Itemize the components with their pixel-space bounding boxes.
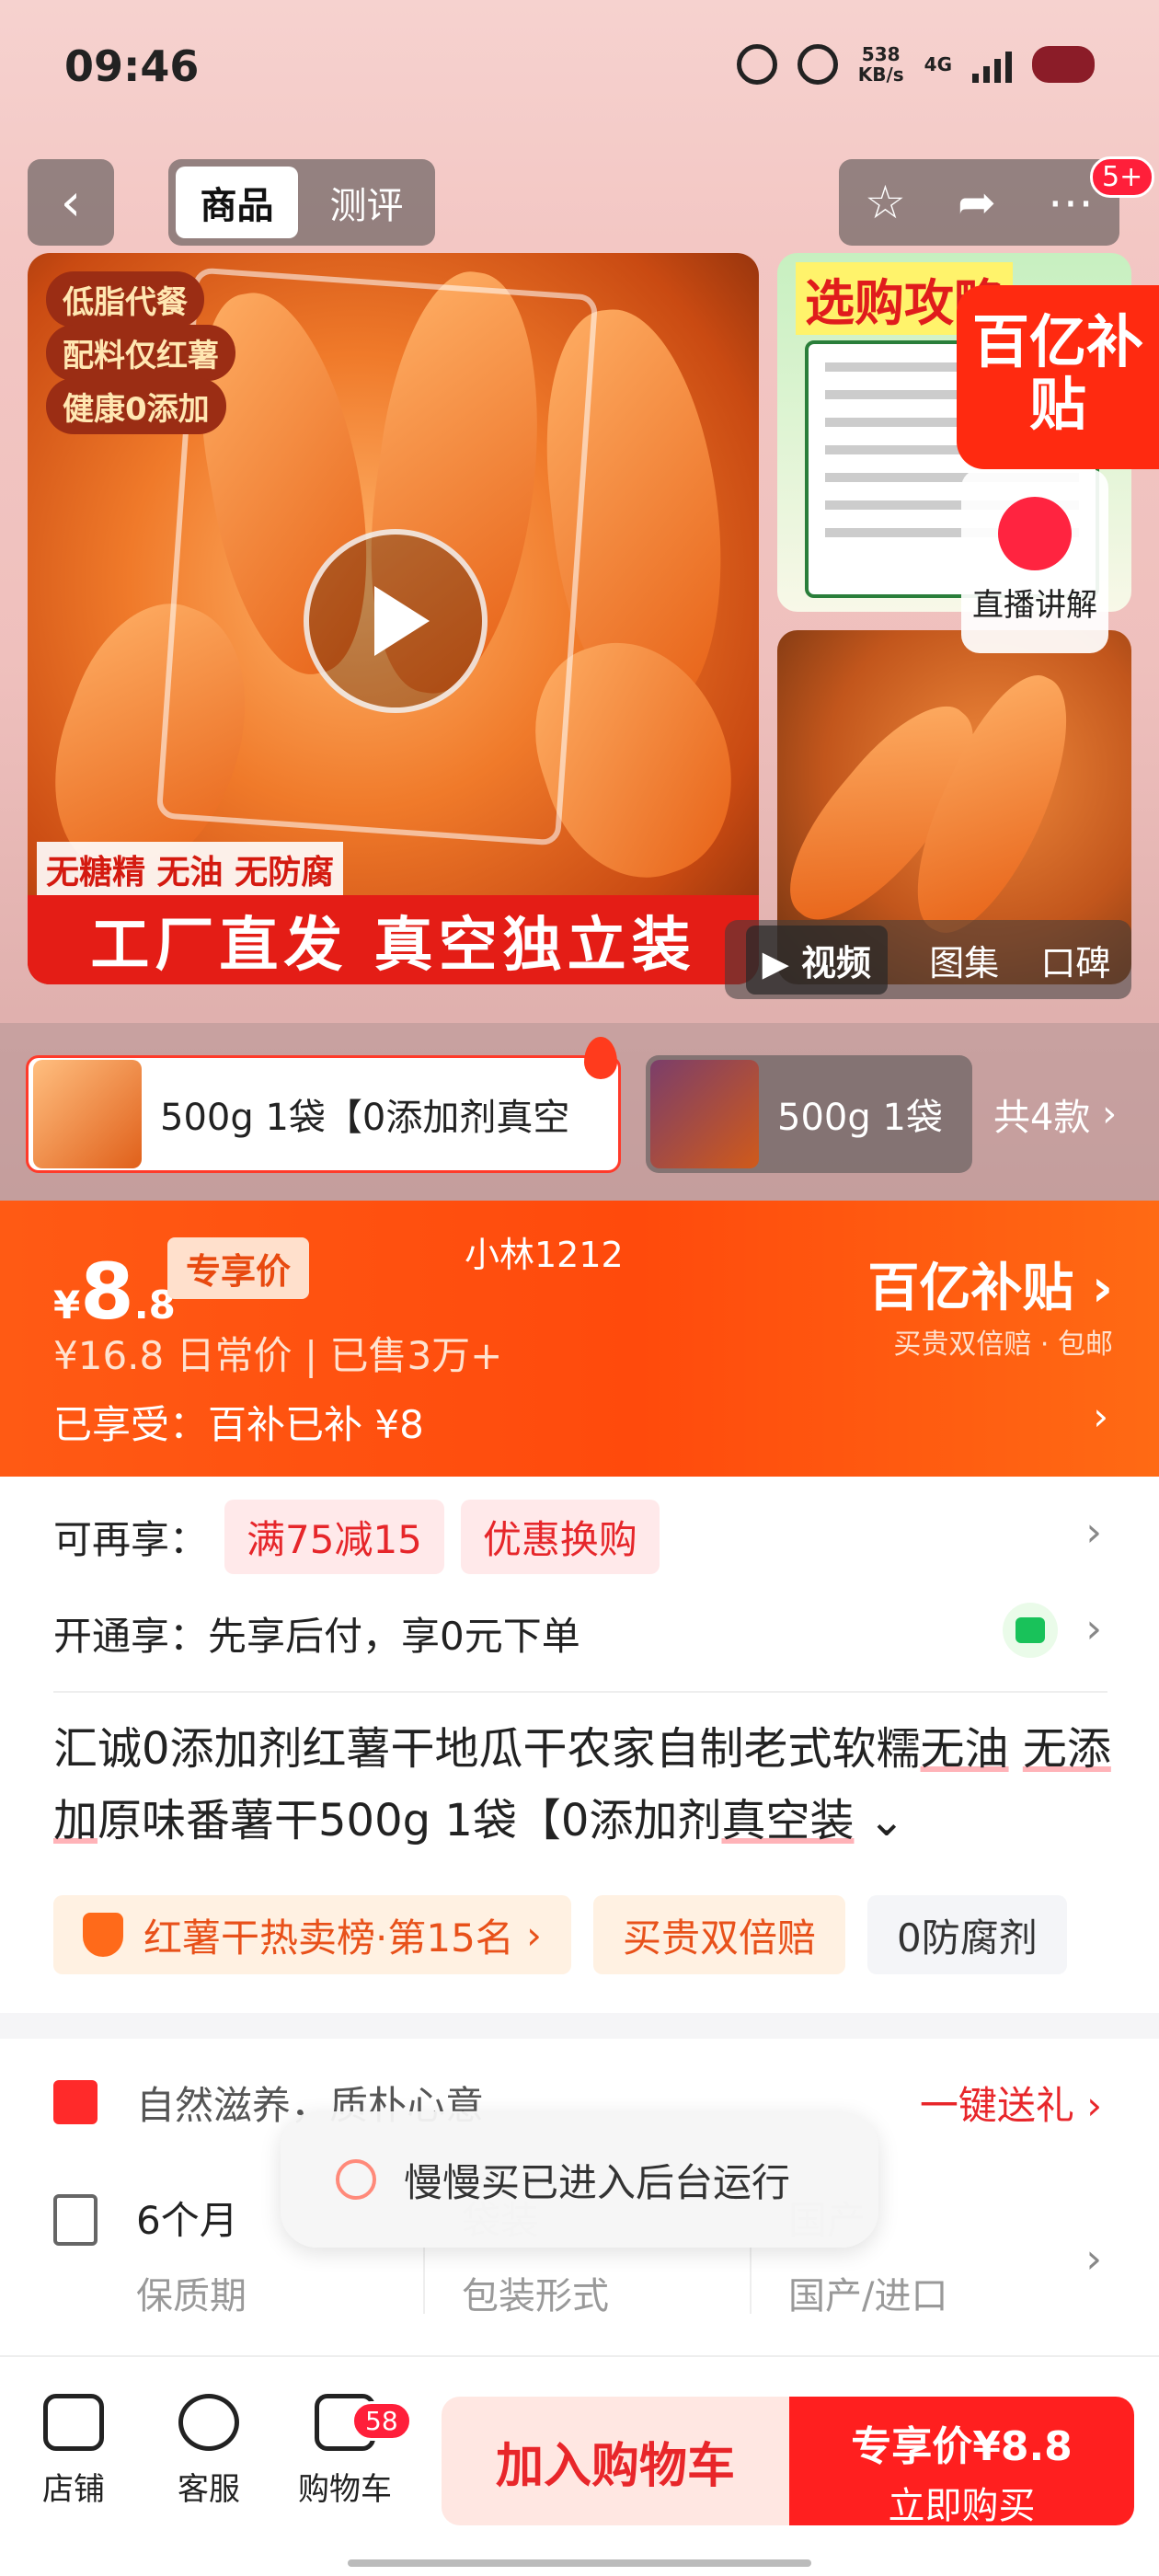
gift-icon bbox=[53, 2080, 98, 2124]
chevron-right-icon[interactable]: › bbox=[1085, 1509, 1102, 1556]
status-bar: 09:46 538 KB/s 4G bbox=[0, 0, 1159, 138]
sku-selector: 500g 1袋【0添加剂真空 500g 1袋 共4款 › bbox=[0, 1023, 1159, 1201]
current-price: ¥8.8 bbox=[53, 1247, 176, 1337]
promo-row[interactable]: 可再享： 满75减15 优惠换购 bbox=[53, 1495, 660, 1578]
hot-icon bbox=[584, 1037, 617, 1079]
exchange-pill[interactable]: 优惠换购 bbox=[460, 1499, 660, 1574]
chevron-right-icon[interactable]: › bbox=[1093, 1394, 1108, 1439]
shop-icon bbox=[43, 2394, 104, 2451]
buy-now-button[interactable]: 专享价¥8.8 立即购买 bbox=[789, 2397, 1134, 2527]
more-badge: 5+ bbox=[1090, 156, 1155, 198]
subsidy-badge[interactable]: 百亿补贴 bbox=[957, 285, 1159, 469]
shopping-bag-icon bbox=[1003, 1603, 1058, 1658]
hero-banner: 工厂直发 真空独立装 bbox=[28, 895, 759, 984]
sku-option[interactable]: 500g 1袋 bbox=[646, 1055, 972, 1173]
expand-icon[interactable]: ⌄ bbox=[868, 1795, 905, 1846]
subsidy-brand[interactable]: 百亿补贴 › 买贵双倍赔 · 包邮 bbox=[867, 1247, 1113, 1362]
tab-goods[interactable]: 商品 bbox=[176, 167, 298, 238]
sku-option-selected[interactable]: 500g 1袋【0添加剂真空 bbox=[26, 1055, 621, 1173]
signal-icon bbox=[972, 46, 1012, 83]
media-tab-reviews[interactable]: 口碑 bbox=[1040, 935, 1110, 985]
rank-chip[interactable]: 红薯干热卖榜·第15名 › bbox=[53, 1895, 571, 1974]
network-type: 4G bbox=[924, 53, 952, 75]
no-additive-label: 无糖精 无油 无防腐 bbox=[37, 842, 344, 897]
pay-later-row[interactable]: 开通享：先享后付，享0元下单 bbox=[53, 1601, 580, 1665]
hero-tag: 低脂代餐 bbox=[46, 271, 204, 328]
rank-badge-icon bbox=[83, 1913, 123, 1957]
live-icon bbox=[998, 497, 1072, 570]
exclusive-price-tag: 专享价 bbox=[167, 1237, 310, 1299]
hero-video[interactable]: 低脂代餐 配料仅红薯 健康0添加 无糖精 无油 无防腐 工厂直发 真空独立装 bbox=[28, 253, 759, 984]
net-speed: 538 KB/s bbox=[857, 43, 904, 86]
play-icon[interactable] bbox=[304, 529, 488, 713]
product-chips: 红薯干热卖榜·第15名 › 买贵双倍赔 0防腐剂 bbox=[53, 1895, 1067, 1974]
chevron-left-icon: ‹ bbox=[60, 172, 82, 233]
username-watermark: 小林1212 bbox=[465, 1235, 624, 1275]
hero-tag: 配料仅红薯 bbox=[46, 325, 235, 381]
preservative-chip[interactable]: 0防腐剂 bbox=[866, 1895, 1067, 1974]
chevron-right-icon[interactable]: › bbox=[1085, 2236, 1102, 2283]
home-indicator[interactable] bbox=[348, 2559, 811, 2567]
battery-icon bbox=[1032, 46, 1095, 83]
sku-thumbnail bbox=[33, 1060, 142, 1168]
coupon-pill[interactable]: 满75减15 bbox=[224, 1499, 444, 1574]
more-icon[interactable]: ⋯ bbox=[1048, 176, 1094, 229]
add-to-cart-button[interactable]: 加入购物车 bbox=[442, 2397, 789, 2525]
hero-tag: 健康0添加 bbox=[46, 378, 226, 434]
price-banner: ¥8.8 专享价 小林1212 ¥16.8 日常价 | 已售3万+ 已享受：百补… bbox=[0, 1201, 1159, 1477]
sku-thumbnail bbox=[650, 1060, 759, 1168]
service-tab[interactable]: 客服 bbox=[149, 2394, 269, 2509]
all-skus-link[interactable]: 共4款 › bbox=[993, 1055, 1117, 1173]
cart-count-badge: 58 bbox=[351, 2401, 412, 2441]
alarm-icon bbox=[736, 44, 777, 85]
mute-icon bbox=[797, 44, 838, 85]
background-toast: 慢慢买已进入后台运行 bbox=[281, 2111, 878, 2248]
guarantee-chip[interactable]: 买贵双倍赔 bbox=[592, 1895, 845, 1974]
media-tab-video[interactable]: ▶ 视频 bbox=[745, 925, 889, 995]
favorite-star-icon[interactable]: ☆ bbox=[865, 176, 906, 229]
status-time: 09:46 bbox=[64, 41, 200, 91]
price-meta: ¥16.8 日常价 | 已售3万+ bbox=[53, 1333, 503, 1378]
subsidy-applied[interactable]: 已享受：百补已补 ¥8 bbox=[53, 1394, 424, 1450]
header-actions: ☆ ➦ ⋯ bbox=[839, 159, 1119, 246]
tab-review[interactable]: 测评 bbox=[305, 167, 428, 238]
chevron-right-icon[interactable]: › bbox=[1085, 1605, 1102, 1652]
shop-tab[interactable]: 店铺 bbox=[14, 2394, 133, 2509]
product-title[interactable]: 汇诚0添加剂红薯干地瓜干农家自制老式软糯无油 无添加原味番薯干500g 1袋【0… bbox=[53, 1713, 1111, 1857]
app-icon bbox=[336, 2159, 376, 2200]
document-icon bbox=[53, 2194, 98, 2246]
share-icon[interactable]: ➦ bbox=[958, 176, 996, 229]
send-gift-link[interactable]: 一键送礼 › bbox=[920, 2075, 1102, 2131]
customer-service-icon bbox=[178, 2394, 239, 2451]
media-tab-gallery[interactable]: 图集 bbox=[929, 935, 999, 985]
media-tabs: ▶ 视频 图集 口碑 bbox=[725, 920, 1131, 999]
header-tabs: 商品 测评 bbox=[168, 159, 435, 246]
back-button[interactable]: ‹ bbox=[28, 159, 114, 246]
live-explain-button[interactable]: 直播讲解 bbox=[961, 469, 1108, 653]
